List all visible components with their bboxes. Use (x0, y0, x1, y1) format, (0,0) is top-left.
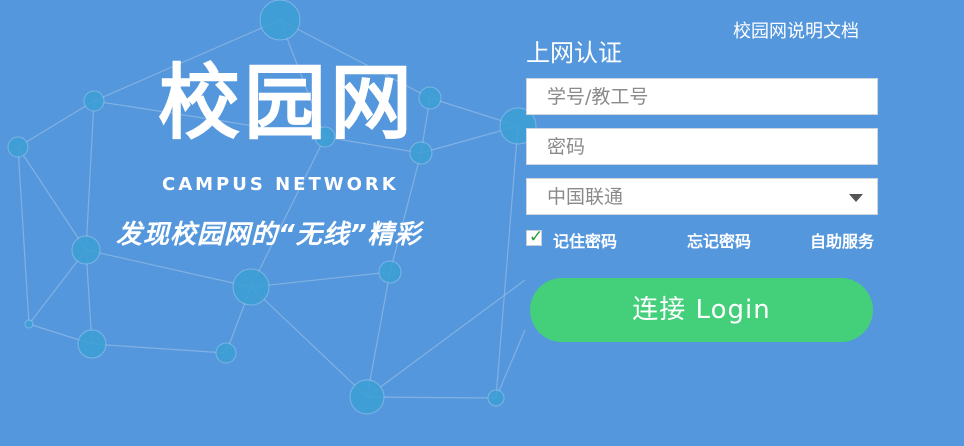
checkmark-icon: ✓ (529, 227, 544, 247)
brand-slogan: 发现校园网的“无线”精彩 (116, 220, 422, 250)
login-form-title: 上网认证 (526, 39, 622, 67)
chevron-down-icon (849, 194, 863, 202)
isp-selected-value: 中国联通 (547, 186, 624, 208)
username-field-container (526, 78, 878, 115)
password-input[interactable] (527, 129, 877, 164)
password-field-container (526, 128, 878, 165)
remember-password-label[interactable]: 记住密码 (553, 228, 617, 252)
brand-title: 校园网 (158, 56, 417, 151)
isp-select[interactable]: 中国联通 (526, 178, 878, 215)
forgot-password-link[interactable]: 忘记密码 (687, 228, 751, 252)
remember-password-checkbox[interactable]: ✓ (526, 227, 544, 247)
login-button[interactable]: 连接 Login (530, 278, 873, 342)
brand-subtitle: CAMPUS NETWORK (162, 174, 399, 195)
self-service-link[interactable]: 自助服务 (810, 228, 874, 252)
documentation-link[interactable]: 校园网说明文档 (733, 17, 859, 43)
username-input[interactable] (527, 79, 877, 114)
